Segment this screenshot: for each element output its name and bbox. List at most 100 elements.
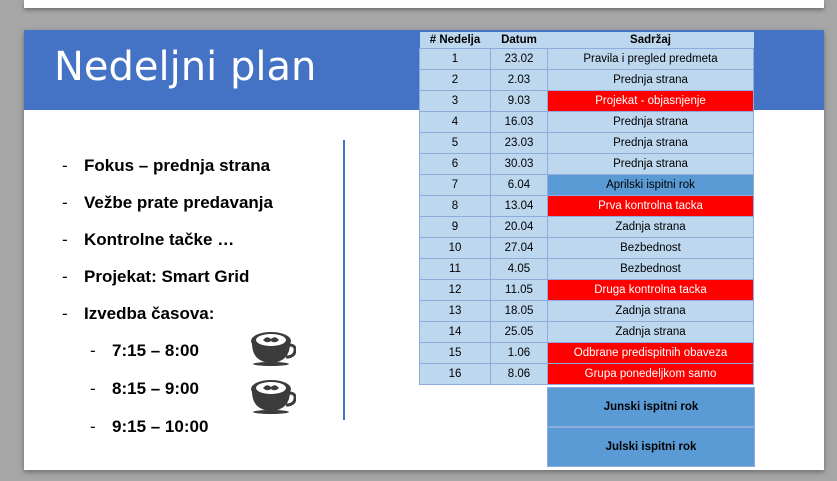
table-row: 6 30.03 Prednja strana [419, 153, 754, 175]
content-cell: Projekat - objasnjenje [547, 90, 754, 112]
week-cell: 2 [419, 69, 491, 91]
content-cell: Prednja strana [547, 69, 754, 91]
time-text: 8:15 – 9:00 [112, 379, 199, 398]
bullet-list: - Fokus – prednja strana - Vežbe prate pre… [62, 147, 273, 446]
time-item: -8:15 – 9:00 [62, 370, 273, 408]
week-cell: 1 [419, 48, 491, 70]
date-cell: 27.04 [490, 237, 548, 259]
time-text: 9:15 – 10:00 [112, 417, 209, 436]
week-cell: 9 [419, 216, 491, 238]
week-cell: 7 [419, 174, 491, 196]
table-row: 15 1.06 Odbrane predispitnih obaveza [419, 342, 754, 364]
content-cell: Prednja strana [547, 153, 754, 175]
week-cell: 12 [419, 279, 491, 301]
date-cell: 4.05 [490, 258, 548, 280]
bullet-dash: - [62, 267, 68, 286]
coffee-cup-icon [251, 380, 296, 414]
week-cell: 8 [419, 195, 491, 217]
bullet-text: Vežbe prate predavanja [84, 193, 273, 212]
table-row: 5 23.03 Prednja strana [419, 132, 754, 154]
bullet-item: - Izvedba časova: [62, 295, 273, 332]
date-cell: 11.05 [490, 279, 548, 301]
week-cell: 10 [419, 237, 491, 259]
week-cell: 3 [419, 90, 491, 112]
table-row: 4 16.03 Prednja strana [419, 111, 754, 133]
bullet-text: Projekat: Smart Grid [84, 267, 250, 286]
slide-title: Nedeljni plan [54, 44, 317, 90]
date-cell: 13.04 [490, 195, 548, 217]
content-cell: Pravila i pregled predmeta [547, 48, 754, 70]
date-cell: 8.06 [490, 363, 548, 385]
table-row: 7 6.04 Aprilski ispitni rok [419, 174, 754, 196]
table-row: 2 2.03 Prednja strana [419, 69, 754, 91]
bullet-dash: - [62, 193, 68, 212]
content-cell: Prednja strana [547, 111, 754, 133]
bullet-item: - Projekat: Smart Grid [62, 258, 273, 295]
bullet-dash: - [90, 341, 96, 360]
table-row: 10 27.04 Bezbednost [419, 237, 754, 259]
content-cell: Bezbednost [547, 258, 754, 280]
vertical-divider [343, 140, 345, 420]
time-list: -7:15 – 8:00 -8:15 – 9:00 -9:15 – 10:00 [62, 332, 273, 446]
week-cell: 14 [419, 321, 491, 343]
content-cell: Bezbednost [547, 237, 754, 259]
bullet-item: - Vežbe prate predavanja [62, 184, 273, 221]
content-cell: Prva kontrolna tacka [547, 195, 754, 217]
bullet-dash: - [90, 417, 96, 436]
slide: Nedeljni plan - Fokus – prednja strana -V… [24, 30, 824, 470]
time-text: 7:15 – 8:00 [112, 341, 199, 360]
table-row: 11 4.05 Bezbednost [419, 258, 754, 280]
content-cell: Aprilski ispitni rok [547, 174, 754, 196]
coffee-cup-icon [251, 332, 296, 366]
table-row: 1 23.02 Pravila i pregled predmeta [419, 48, 754, 70]
date-cell: 18.05 [490, 300, 548, 322]
table-row: 12 11.05 Druga kontrolna tacka [419, 279, 754, 301]
bullet-text: Kontrolne tačke … [84, 230, 235, 249]
content-cell: Odbrane predispitnih obaveza [547, 342, 754, 364]
week-cell: 6 [419, 153, 491, 175]
table-row: 14 25.05 Zadnja strana [419, 321, 754, 343]
bullet-text: Fokus – prednja strana [84, 156, 271, 175]
schedule-header-row: # Nedelja Datum Sadržaj [419, 32, 754, 49]
column-header-date: Datum [490, 32, 548, 49]
bullet-dash: - [62, 156, 68, 175]
date-cell: 30.03 [490, 153, 548, 175]
week-cell: 15 [419, 342, 491, 364]
bullet-text: Izvedba časova: [84, 304, 215, 323]
time-list-wrapper: -7:15 – 8:00 -8:15 – 9:00 -9:15 – 10:00 [62, 332, 273, 446]
content-cell: Zadnja strana [547, 216, 754, 238]
date-cell: 25.05 [490, 321, 548, 343]
date-cell: 2.03 [490, 69, 548, 91]
content-cell: Grupa ponedeljkom samo [547, 363, 754, 385]
exam-period-june: Junski ispitni rok [547, 387, 755, 427]
week-cell: 11 [419, 258, 491, 280]
table-row: 8 13.04 Prva kontrolna tacka [419, 195, 754, 217]
week-cell: 13 [419, 300, 491, 322]
bullet-dash: - [62, 230, 68, 249]
schedule-table: # Nedelja Datum Sadržaj 1 23.02 Pravila i … [419, 32, 754, 385]
column-header-content: Sadržaj [547, 32, 754, 49]
schedule-body: 1 23.02 Pravila i pregled predmeta 2 2.03 Pre… [419, 48, 754, 385]
content-cell: Zadnja strana [547, 321, 754, 343]
previous-slide-edge [24, 0, 824, 8]
date-cell: 6.04 [490, 174, 548, 196]
table-row: 3 9.03 Projekat - objasnjenje [419, 90, 754, 112]
table-row: 9 20.04 Zadnja strana [419, 216, 754, 238]
time-item: -9:15 – 10:00 [62, 408, 273, 446]
week-cell: 4 [419, 111, 491, 133]
content-cell: Prednja strana [547, 132, 754, 154]
week-cell: 5 [419, 132, 491, 154]
bullet-item: - Fokus – prednja strana [62, 147, 273, 184]
content-cell: Druga kontrolna tacka [547, 279, 754, 301]
time-item: -7:15 – 8:00 [62, 332, 273, 370]
date-cell: 1.06 [490, 342, 548, 364]
date-cell: 16.03 [490, 111, 548, 133]
date-cell: 9.03 [490, 90, 548, 112]
bullet-dash: - [62, 304, 68, 323]
bullet-dash: - [90, 379, 96, 398]
date-cell: 23.02 [490, 48, 548, 70]
bullet-item: - Kontrolne tačke … [62, 221, 273, 258]
table-row: 16 8.06 Grupa ponedeljkom samo [419, 363, 754, 385]
table-row: 13 18.05 Zadnja strana [419, 300, 754, 322]
date-cell: 23.03 [490, 132, 548, 154]
